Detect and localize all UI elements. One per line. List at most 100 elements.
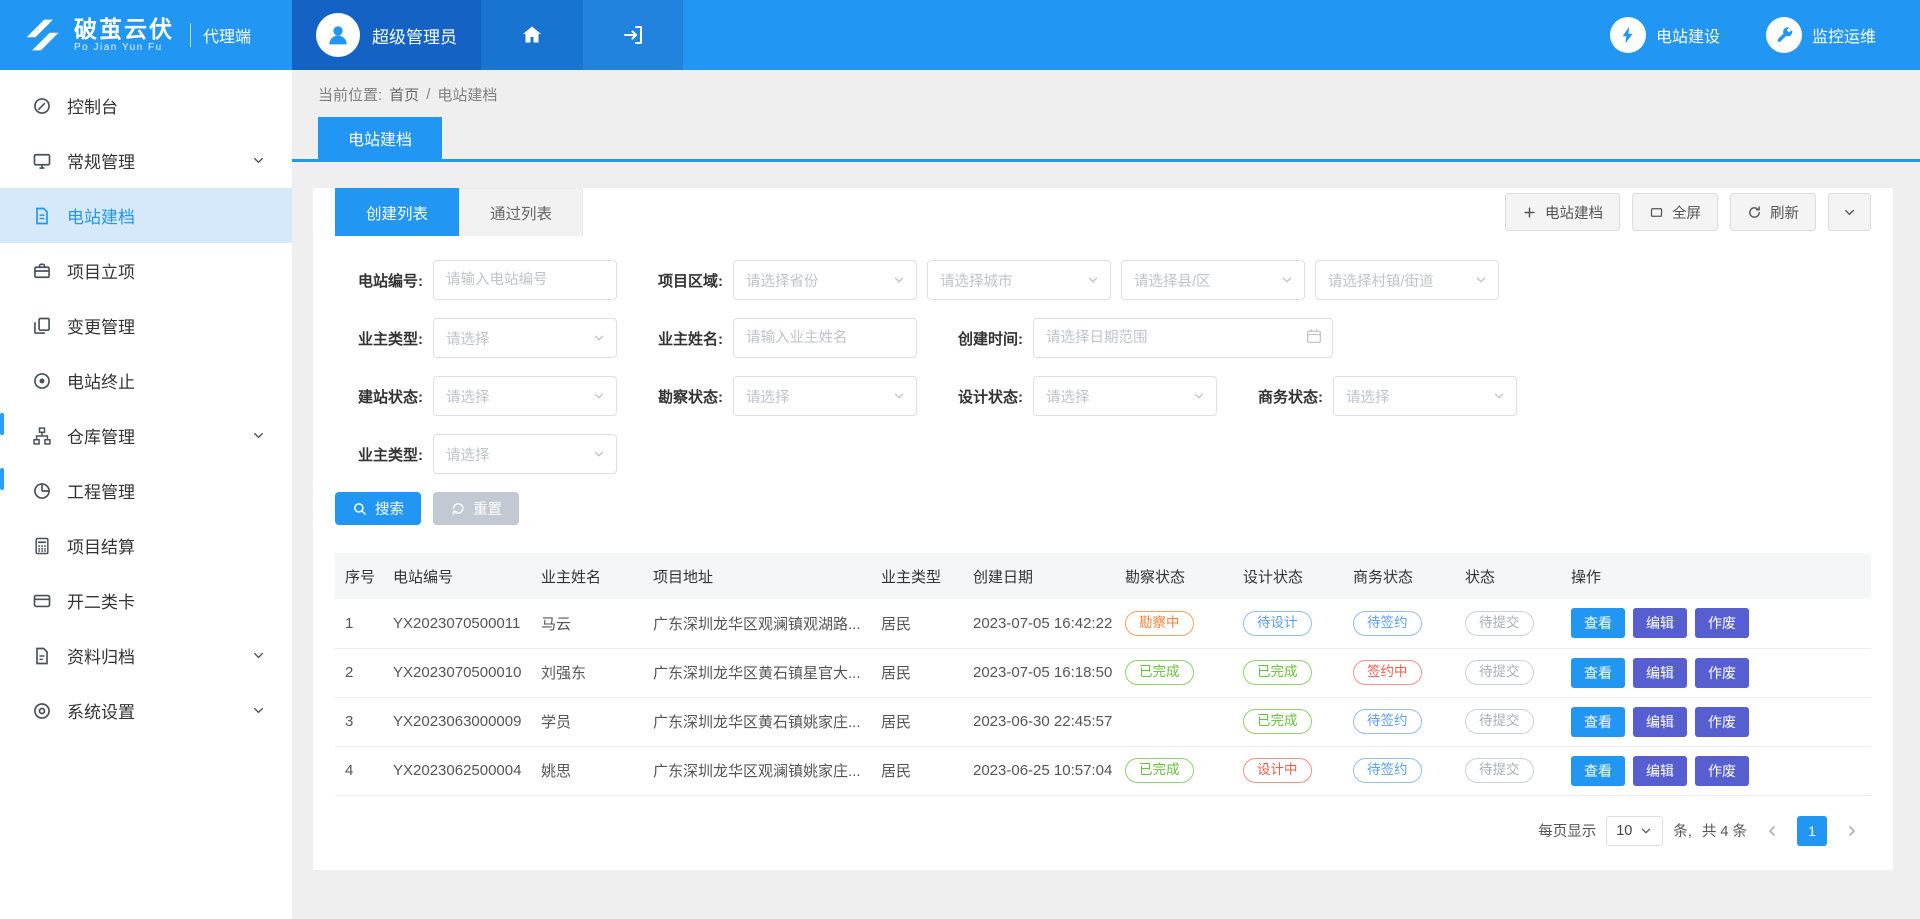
date-range-input[interactable] [1033, 318, 1333, 358]
design-status-select[interactable]: 请选择 [1033, 376, 1217, 416]
region-select-1[interactable]: 请选择省份 [733, 260, 917, 300]
edit-button[interactable]: 编辑 [1633, 658, 1687, 688]
next-page-button[interactable] [1837, 816, 1867, 846]
pagination: 每页显示 10 条, 共 4 条 1 [313, 816, 1893, 846]
edit-button[interactable]: 编辑 [1633, 756, 1687, 786]
view-button[interactable]: 查看 [1571, 707, 1625, 737]
refresh-button[interactable]: 刷新 [1730, 193, 1816, 231]
sidebar-item-project-initiation[interactable]: 项目立项 [0, 243, 292, 298]
breadcrumb-separator: / [426, 86, 430, 103]
search-button[interactable]: 搜索 [335, 492, 421, 525]
sidebar-item-change-management[interactable]: 变更管理 [0, 298, 292, 353]
cell-index: 4 [335, 746, 383, 795]
top-header: 破茧云伏 Po Jian Yun Fu 代理端 超级管理员 电站建设 [0, 0, 1920, 70]
column-header: 项目地址 [643, 553, 871, 599]
filter-row-2: 业主类型: 请选择 业主姓名: 创建时间: [335, 318, 1871, 358]
table-row: 1YX2023070500011马云广东深圳龙华区观澜镇观湖路...居民2023… [335, 599, 1871, 648]
logout-icon [621, 23, 645, 47]
lightning-icon [1610, 17, 1646, 53]
status-badge: 待提交 [1465, 758, 1534, 783]
edit-button[interactable]: 编辑 [1633, 707, 1687, 737]
table-row: 2YX2023070500010刘强东广东深圳龙华区黄石镇星官大...居民202… [335, 648, 1871, 697]
void-button[interactable]: 作废 [1695, 756, 1749, 786]
page-tab-bar: 电站建档 [292, 117, 1920, 162]
edit-button[interactable]: 编辑 [1633, 608, 1687, 638]
sidebar-item-console[interactable]: 控制台 [0, 78, 292, 133]
filter-build-status: 建站状态: 请选择 [335, 376, 617, 416]
cell-actions: 查看编辑作废 [1561, 599, 1871, 648]
chevron-down-icon [251, 648, 266, 663]
view-button[interactable]: 查看 [1571, 658, 1625, 688]
status-badge: 已完成 [1243, 660, 1312, 685]
region-select-4[interactable]: 请选择村镇/街道 [1315, 260, 1499, 300]
sidebar-item-warehouse-management[interactable]: 仓库管理 [0, 408, 292, 463]
add-station-button[interactable]: 电站建档 [1505, 193, 1620, 231]
user-menu[interactable]: 超级管理员 [292, 0, 481, 70]
owner-type-select[interactable]: 请选择 [433, 318, 617, 358]
cell-created-date: 2023-07-05 16:18:50 [963, 648, 1115, 697]
sidebar-item-data-archive[interactable]: 资料归档 [0, 628, 292, 683]
brand[interactable]: 破茧云伏 Po Jian Yun Fu 代理端 [0, 0, 292, 70]
home-button[interactable] [481, 0, 583, 70]
region-select-3[interactable]: 请选择县/区 [1121, 260, 1305, 300]
user-name: 超级管理员 [372, 23, 457, 48]
column-header: 业主姓名 [531, 553, 643, 599]
view-button[interactable]: 查看 [1571, 756, 1625, 786]
cell-station-no: YX2023070500011 [383, 599, 531, 648]
chevron-down-icon [251, 428, 266, 443]
breadcrumb-home[interactable]: 首页 [389, 84, 419, 105]
copy-icon [32, 316, 52, 336]
nav-monitor-ops[interactable]: 监控运维 [1766, 17, 1876, 53]
sidebar-item-station-filing[interactable]: 电站建档 [0, 188, 292, 243]
view-button[interactable]: 查看 [1571, 608, 1625, 638]
status-badge: 勘察中 [1125, 611, 1194, 636]
table-row: 3YX2023063000009学员广东深圳龙华区黄石镇姚家庄...居民2023… [335, 697, 1871, 746]
page-number-1[interactable]: 1 [1797, 816, 1827, 846]
card-icon [32, 591, 52, 611]
per-page-select[interactable]: 10 [1606, 816, 1663, 846]
sidebar-item-engineering-management[interactable]: 工程管理 [0, 463, 292, 518]
filter-row-4: 业主类型: 请选择 [335, 434, 1871, 474]
nav-station-build[interactable]: 电站建设 [1610, 17, 1720, 53]
header-nav: 电站建设 监控运维 [1610, 0, 1876, 70]
chevron-down-icon [1086, 273, 1100, 287]
owner-name-input[interactable] [733, 318, 917, 358]
owner-type2-label: 业主类型: [335, 444, 423, 465]
chevron-down-icon [892, 273, 906, 287]
owner-type2-select[interactable]: 请选择 [433, 434, 617, 474]
build-status-select[interactable]: 请选择 [433, 376, 617, 416]
sidebar-item-project-settlement[interactable]: 项目结算 [0, 518, 292, 573]
sidebar-item-station-termination[interactable]: 电站终止 [0, 353, 292, 408]
sidebar-item-system-settings[interactable]: 系统设置 [0, 683, 292, 738]
prev-page-button[interactable] [1757, 816, 1787, 846]
filter-create-time: 创建时间: [935, 318, 1333, 358]
cell-index: 1 [335, 599, 383, 648]
total-count: 共 4 条 [1702, 820, 1747, 841]
void-button[interactable]: 作废 [1695, 608, 1749, 638]
fullscreen-button[interactable]: 全屏 [1632, 193, 1718, 231]
cell-actions: 查看编辑作废 [1561, 746, 1871, 795]
cell-address: 广东深圳龙华区观澜镇姚家庄... [643, 746, 871, 795]
survey-status-label: 勘察状态: [635, 386, 723, 407]
cell-survey-status [1115, 697, 1233, 746]
status-badge: 已完成 [1243, 709, 1312, 734]
region-select-2[interactable]: 请选择城市 [927, 260, 1111, 300]
cell-owner-type: 居民 [871, 648, 963, 697]
tab-create-list[interactable]: 创建列表 [335, 188, 459, 236]
cell-created-date: 2023-06-25 10:57:04 [963, 746, 1115, 795]
filter-form: 电站编号: 项目区域: 请选择省份请选择城市请选择县/区请选择村镇/街道 业主类… [313, 260, 1893, 474]
survey-status-select[interactable]: 请选择 [733, 376, 917, 416]
void-button[interactable]: 作废 [1695, 707, 1749, 737]
sidebar-item-label: 资料归档 [67, 643, 135, 668]
sidebar-item-general-management[interactable]: 常规管理 [0, 133, 292, 188]
page-tab-station-filing[interactable]: 电站建档 [318, 117, 442, 159]
logout-button[interactable] [583, 0, 683, 70]
reset-button[interactable]: 重置 [433, 492, 519, 525]
business-status-select[interactable]: 请选择 [1333, 376, 1517, 416]
void-button[interactable]: 作废 [1695, 658, 1749, 688]
sidebar-item-class2-card[interactable]: 开二类卡 [0, 573, 292, 628]
tab-passed-list[interactable]: 通过列表 [459, 188, 583, 236]
collapse-filters-button[interactable] [1828, 193, 1871, 231]
column-header: 业主类型 [871, 553, 963, 599]
station-no-input[interactable] [433, 260, 617, 300]
